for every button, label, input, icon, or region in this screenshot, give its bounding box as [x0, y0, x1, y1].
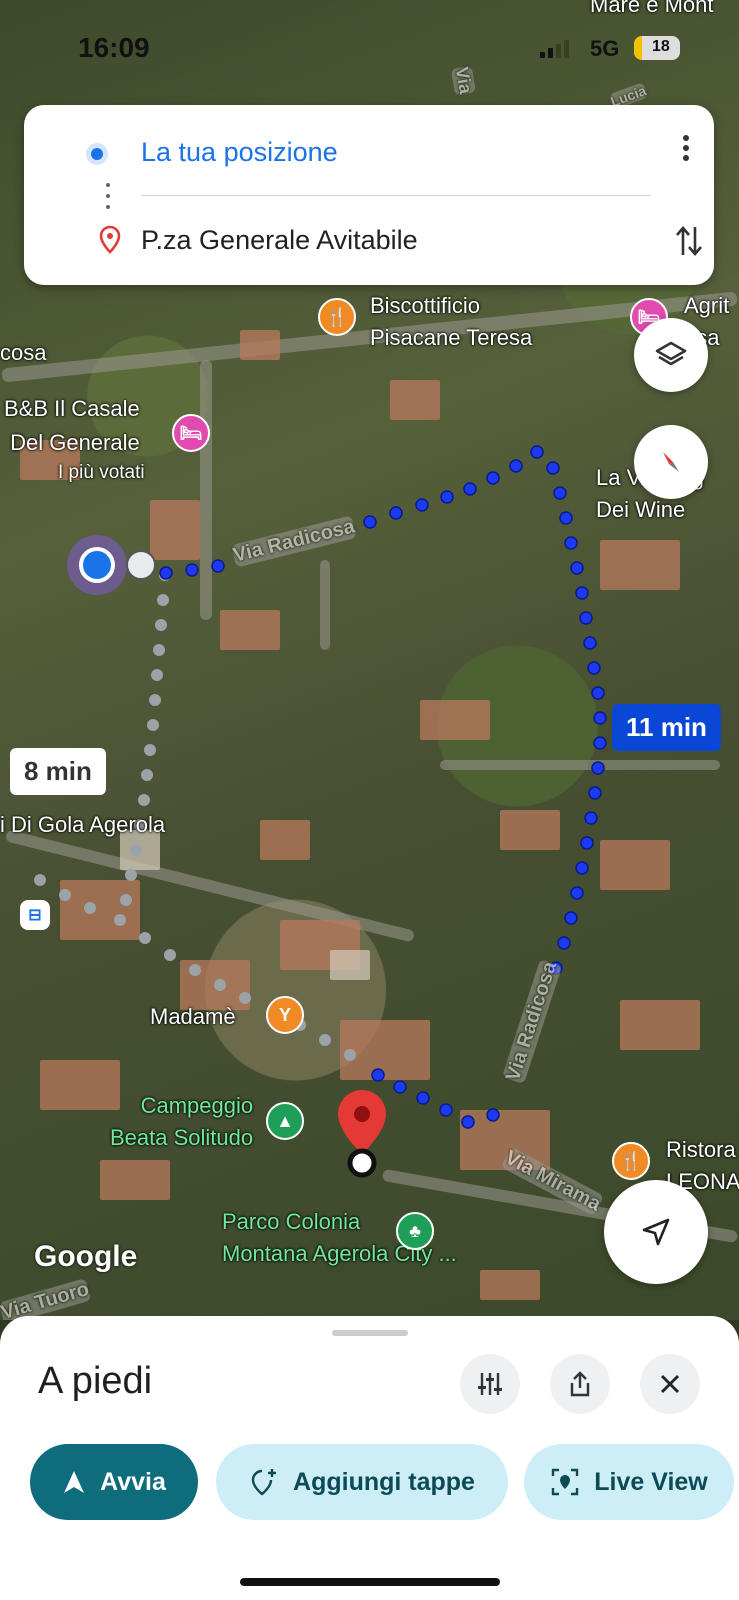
divider [141, 195, 651, 196]
start-button[interactable]: Avvia [30, 1444, 198, 1520]
compass-button[interactable] [634, 425, 708, 499]
current-location-dot [79, 547, 115, 583]
poi-label[interactable]: Biscottificio Pisacane Teresa [370, 290, 532, 354]
share-button[interactable] [550, 1354, 610, 1414]
destination-input[interactable]: P.za Generale Avitabile [141, 225, 418, 256]
compass-icon [663, 452, 679, 472]
sliders-icon [478, 1373, 502, 1395]
home-indicator[interactable] [240, 1578, 500, 1586]
restaurant-icon[interactable]: 🍴 [612, 1142, 650, 1180]
add-stops-label: Aggiungi tappe [293, 1467, 475, 1496]
live-view-label: Live View [594, 1467, 708, 1496]
close-button[interactable] [640, 1354, 700, 1414]
poi-label[interactable]: Campeggio Beata Solitudo [110, 1090, 253, 1154]
directions-card: La tua posizione P.za Generale Avitabile [24, 105, 714, 285]
bar-icon[interactable]: Y [266, 996, 304, 1034]
add-stops-button[interactable]: Aggiungi tappe [216, 1444, 508, 1520]
bottom-sheet: A piedi Avvia Aggiungi tappe Live View [0, 1316, 739, 1600]
live-view-button[interactable]: Live View [524, 1444, 734, 1520]
signal-icon [540, 40, 569, 58]
route-dots-icon [106, 183, 110, 216]
alt-route-time[interactable]: 8 min [10, 748, 106, 795]
clock: 16:09 [78, 32, 150, 63]
battery-icon: 18 [634, 36, 680, 60]
destination-pin-icon [99, 225, 121, 254]
destination-pin [338, 1090, 386, 1178]
poi-label[interactable]: B&B Il Casale Del Generale [4, 392, 140, 460]
origin-input[interactable]: La tua posizione [141, 137, 338, 168]
bus-stop-icon[interactable]: ⊟ [20, 900, 50, 930]
navigation-icon [64, 1471, 85, 1493]
park-icon[interactable]: ♣ [396, 1212, 434, 1250]
google-logo: Google [34, 1240, 138, 1273]
recenter-button[interactable] [604, 1180, 708, 1284]
battery-level: 18 [652, 38, 670, 55]
campground-icon[interactable]: ▲ [266, 1102, 304, 1140]
start-label: Avvia [100, 1467, 166, 1496]
status-bar: 16:09 5G 18 [0, 0, 739, 95]
poi-label[interactable]: i Di Gola Agerola [0, 812, 165, 838]
layers-icon [655, 341, 687, 366]
close-icon [661, 1375, 679, 1393]
layers-button[interactable] [634, 318, 708, 392]
poi-badge: I più votati [58, 462, 145, 483]
network-type: 5G [590, 36, 620, 61]
swap-icon[interactable] [674, 221, 704, 261]
add-stop-icon [251, 1469, 277, 1496]
travel-mode-title: A piedi [38, 1360, 153, 1402]
restaurant-icon[interactable]: 🍴 [318, 298, 356, 336]
share-icon [570, 1371, 590, 1397]
road-label: cosa [0, 340, 47, 365]
live-view-icon [552, 1468, 579, 1496]
hotel-icon[interactable]: 🛏 [172, 414, 210, 452]
filters-button[interactable] [460, 1354, 520, 1414]
navigation-arrow-icon [642, 1218, 670, 1246]
sheet-drag-handle[interactable] [332, 1330, 408, 1336]
start-point [126, 550, 156, 580]
main-route-time[interactable]: 11 min [612, 704, 721, 751]
more-options-button[interactable] [674, 131, 698, 171]
poi-label[interactable]: Madamè [150, 1004, 236, 1030]
origin-dot-icon [86, 143, 108, 165]
